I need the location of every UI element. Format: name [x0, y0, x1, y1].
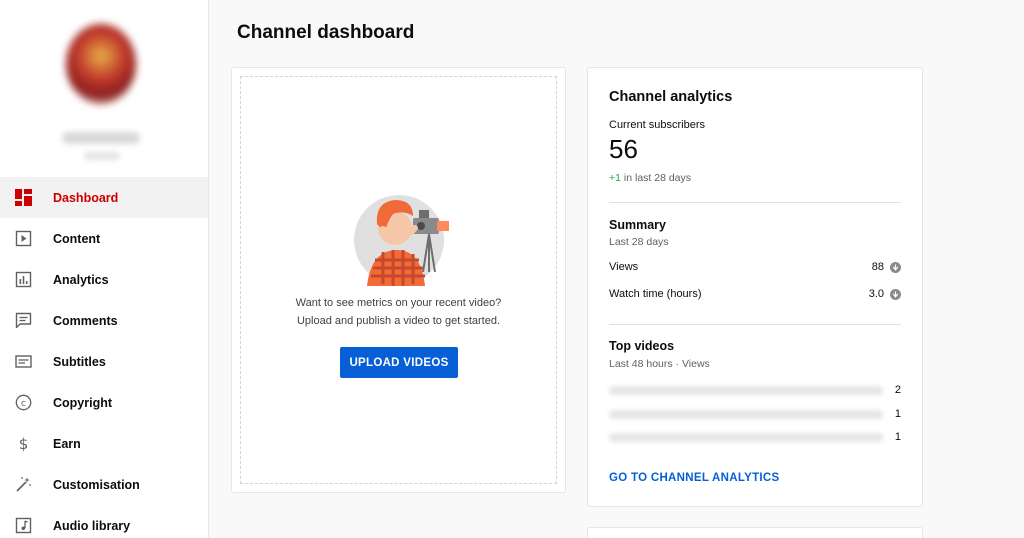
- dashboard-icon: [14, 189, 32, 207]
- sidebar-item-analytics[interactable]: Analytics: [0, 259, 208, 300]
- top-videos-title: Top videos: [609, 339, 675, 353]
- channel-analytics-card: Channel analytics Current subscribers 56…: [587, 67, 923, 507]
- svg-text:c: c: [21, 399, 26, 409]
- arrow-down-icon[interactable]: [890, 288, 901, 300]
- upload-videos-button[interactable]: UPLOAD VIDEOS: [340, 347, 458, 378]
- sidebar-item-label: Content: [53, 231, 101, 246]
- sidebar-item-copyright[interactable]: c Copyright: [0, 382, 208, 423]
- sidebar-item-label: Dashboard: [53, 190, 119, 205]
- comments-icon: [14, 312, 32, 330]
- metric-value: 88: [871, 261, 884, 273]
- video-views: 1: [894, 408, 901, 420]
- video-views: 2: [894, 384, 901, 396]
- subscriber-count: 56: [609, 134, 638, 164]
- channel-handle-blurred: [84, 152, 120, 160]
- upload-video-card: Want to see metrics on your recent video…: [231, 67, 566, 493]
- subscribers-label: Current subscribers: [609, 119, 705, 131]
- analytics-icon: [14, 271, 32, 289]
- sidebar-item-subtitles[interactable]: Subtitles: [0, 341, 208, 382]
- sidebar-item-label: Earn: [53, 436, 81, 451]
- sidebar-item-label: Subtitles: [53, 354, 106, 369]
- summary-title: Summary: [609, 218, 666, 232]
- sidebar: Dashboard Content Analytics Comments Sub…: [0, 0, 209, 538]
- subscriber-delta: +1 in last 28 days: [609, 172, 691, 184]
- sidebar-item-earn[interactable]: $ Earn: [0, 423, 208, 464]
- metric-row-views: Views 88: [609, 258, 901, 276]
- video-title-blurred: [609, 385, 883, 395]
- top-videos-period: Last 48 hours · Views: [609, 358, 710, 370]
- channel-name-blurred: [62, 132, 140, 144]
- metric-label: Watch time (hours): [609, 288, 702, 300]
- subtitles-icon: [14, 353, 32, 371]
- metric-value: 3.0: [868, 288, 884, 300]
- channel-avatar[interactable]: [66, 24, 136, 104]
- video-title-blurred: [609, 409, 883, 419]
- sidebar-item-comments[interactable]: Comments: [0, 300, 208, 341]
- next-card: [587, 527, 923, 538]
- go-to-channel-analytics-link[interactable]: GO TO CHANNEL ANALYTICS: [609, 472, 779, 484]
- copyright-icon: c: [14, 394, 32, 412]
- magic-wand-icon: [14, 476, 32, 494]
- audio-library-icon: [14, 517, 32, 535]
- svg-text:$: $: [18, 435, 28, 452]
- top-video-row[interactable]: 1: [609, 407, 901, 421]
- card-title: Channel analytics: [609, 89, 733, 105]
- metric-row-watch-time: Watch time (hours) 3.0: [609, 285, 901, 303]
- divider: [609, 202, 901, 203]
- delta-value: +1: [609, 172, 621, 184]
- sidebar-item-label: Audio library: [53, 518, 131, 533]
- promo-line-2: Upload and publish a video to get starte…: [296, 315, 501, 327]
- video-views: 1: [894, 431, 901, 443]
- sidebar-item-audio-library[interactable]: Audio library: [0, 505, 208, 538]
- videographer-illustration: [353, 188, 461, 288]
- promo-line-1: Want to see metrics on your recent video…: [295, 297, 502, 309]
- sidebar-item-customisation[interactable]: Customisation: [0, 464, 208, 505]
- divider: [609, 324, 901, 325]
- page-title: Channel dashboard: [237, 22, 415, 43]
- sidebar-item-dashboard[interactable]: Dashboard: [0, 177, 208, 218]
- top-video-row[interactable]: 2: [609, 383, 901, 397]
- video-title-blurred: [609, 432, 883, 442]
- arrow-down-icon[interactable]: [890, 261, 901, 273]
- sidebar-item-label: Copyright: [53, 395, 113, 410]
- sidebar-item-label: Customisation: [53, 477, 140, 492]
- content-icon: [14, 230, 32, 248]
- dollar-icon: $: [14, 435, 32, 453]
- sidebar-nav: Dashboard Content Analytics Comments Sub…: [0, 177, 208, 538]
- delta-suffix: in last 28 days: [620, 172, 692, 184]
- summary-period: Last 28 days: [609, 236, 669, 248]
- metric-label: Views: [609, 261, 639, 273]
- top-video-row[interactable]: 1: [609, 430, 901, 444]
- sidebar-item-label: Analytics: [53, 272, 109, 287]
- sidebar-item-label: Comments: [53, 313, 118, 328]
- sidebar-item-content[interactable]: Content: [0, 218, 208, 259]
